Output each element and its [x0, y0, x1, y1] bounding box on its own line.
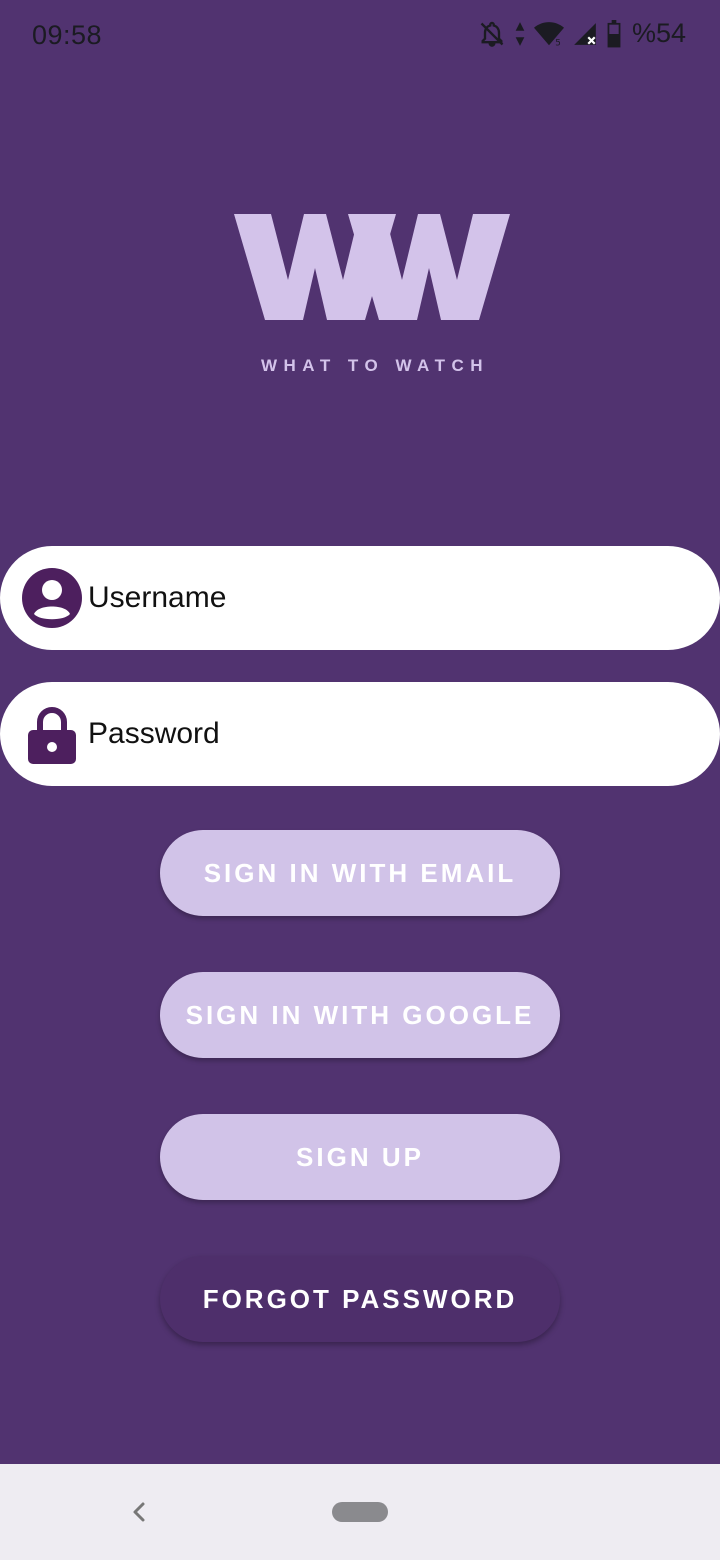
forgot-password-button[interactable]: FORGOT PASSWORD: [160, 1256, 560, 1342]
svg-text:5: 5: [555, 38, 561, 47]
status-icons: 5 %54: [478, 18, 686, 49]
app-tagline: WHAT TO WATCH: [260, 356, 490, 375]
lock-icon: [28, 707, 76, 764]
battery-percent: %54: [631, 18, 686, 48]
sign-in-email-button[interactable]: SIGN IN WITH EMAIL: [160, 830, 560, 916]
back-icon[interactable]: [124, 1494, 154, 1530]
password-input[interactable]: [88, 682, 688, 786]
home-pill-icon[interactable]: [332, 1502, 388, 1522]
notifications-off-icon: [478, 19, 506, 49]
signal-icon: [572, 21, 598, 47]
wifi-icon: 5: [533, 21, 564, 47]
username-input[interactable]: [88, 546, 688, 650]
ww-logo-mark: [234, 214, 510, 320]
status-bar: 09:58 5 %54: [0, 0, 720, 72]
battery-icon: [606, 19, 622, 48]
system-nav-bar: [0, 1464, 720, 1560]
sign-up-button[interactable]: SIGN UP: [160, 1114, 560, 1200]
data-updown-icon: [514, 21, 526, 47]
status-time: 09:58: [32, 20, 103, 50]
username-field[interactable]: [0, 546, 720, 650]
password-field[interactable]: [0, 682, 720, 786]
sign-in-google-button[interactable]: SIGN IN WITH GOOGLE: [160, 972, 560, 1058]
account-circle-icon: [22, 568, 82, 628]
